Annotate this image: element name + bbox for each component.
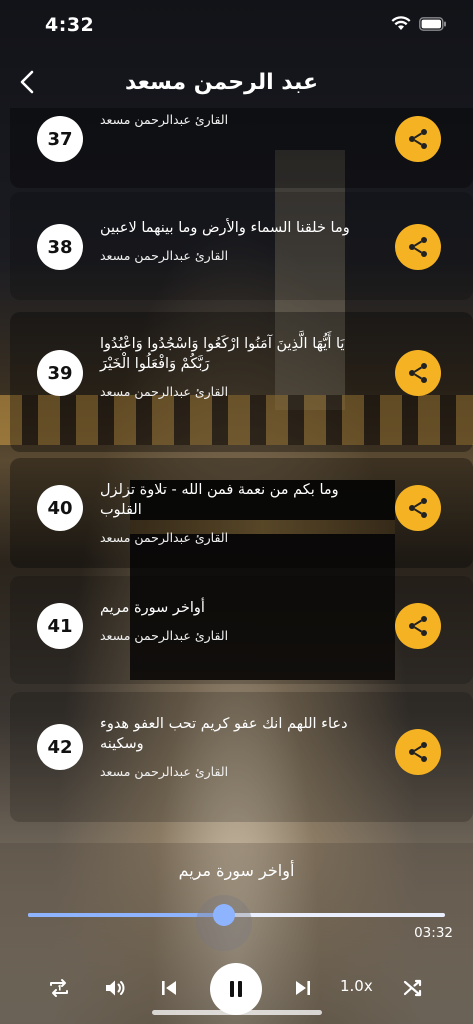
- previous-button[interactable]: [154, 973, 184, 1003]
- track-reciter: القارئ عبدالرحمن مسعد: [100, 764, 229, 779]
- track-title: دعاء اللهم انك عفو كريم تحب العفو هدوء و…: [100, 716, 348, 752]
- track-title: وما بكم من نعمة فمن الله - تلاوة تزلزل ا…: [100, 482, 339, 518]
- share-icon: [409, 363, 427, 383]
- track-number: 41: [37, 603, 83, 649]
- volume-icon: [106, 980, 125, 996]
- list-item[interactable]: 42 دعاء اللهم انك عفو كريم تحب العفو هدو…: [10, 692, 473, 822]
- audio-player: أواخر سورة مريم 03:32 1.0x: [0, 843, 473, 1024]
- list-item[interactable]: 39 يَا أَيُّهَا الَّذِينَ آمَنُوا ارْكَع…: [10, 312, 473, 452]
- track-title: أواخر سورة مريم: [100, 600, 205, 616]
- track-reciter: القارئ عبدالرحمن مسعد: [100, 628, 229, 643]
- share-button[interactable]: [395, 224, 441, 270]
- repeat-one-icon: [50, 979, 68, 997]
- skip-next-icon: [296, 981, 310, 995]
- player-controls: 1.0x: [0, 963, 473, 1015]
- share-button[interactable]: [395, 729, 441, 775]
- playback-speed-button[interactable]: 1.0x: [340, 977, 373, 995]
- share-icon: [409, 498, 427, 518]
- track-number: 42: [37, 724, 83, 770]
- track-reciter: القارئ عبدالرحمن مسعد: [100, 530, 229, 545]
- share-button[interactable]: [395, 350, 441, 396]
- track-title: يَا أَيُّهَا الَّذِينَ آمَنُوا ارْكَعُوا…: [100, 336, 345, 372]
- track-reciter: القارئ عبدالرحمن مسعد: [100, 112, 229, 127]
- track-number: 39: [37, 350, 83, 396]
- share-icon: [409, 742, 427, 762]
- home-indicator: [152, 1010, 322, 1015]
- chevron-left-icon: [20, 70, 34, 94]
- track-title: وما خلقنا السماء والأرض وما بينهما لاعبي…: [100, 220, 350, 236]
- list-item[interactable]: 41 أواخر سورة مريم القارئ عبدالرحمن مسعد: [10, 576, 473, 684]
- battery-icon: [419, 16, 447, 31]
- pause-button[interactable]: [210, 963, 262, 1015]
- list-item[interactable]: 38 وما خلقنا السماء والأرض وما بينهما لا…: [10, 192, 473, 300]
- track-number: 40: [37, 485, 83, 531]
- app-header: عبد الرحمن مسعد: [0, 60, 473, 106]
- list-item[interactable]: 37 القارئ عبدالرحمن مسعد: [10, 108, 473, 188]
- status-time: 4:32: [45, 14, 95, 36]
- volume-button[interactable]: [100, 973, 130, 1003]
- share-icon: [409, 237, 427, 257]
- page-title: عبد الرحمن مسعد: [124, 70, 318, 95]
- track-duration: 03:32: [414, 925, 453, 941]
- track-number: 37: [37, 116, 83, 162]
- track-number: 38: [37, 224, 83, 270]
- share-button[interactable]: [395, 603, 441, 649]
- seek-knob[interactable]: [212, 904, 235, 926]
- shuffle-button[interactable]: [398, 973, 428, 1003]
- share-icon: [409, 129, 427, 149]
- wifi-icon: [391, 16, 411, 31]
- share-icon: [409, 616, 427, 636]
- shuffle-icon: [403, 979, 422, 997]
- repeat-one-button[interactable]: [44, 973, 74, 1003]
- back-button[interactable]: [14, 68, 42, 96]
- share-button[interactable]: [395, 116, 441, 162]
- track-reciter: القارئ عبدالرحمن مسعد: [100, 248, 229, 263]
- skip-previous-icon: [162, 981, 176, 995]
- seek-bar-progress: [28, 913, 224, 917]
- track-reciter: القارئ عبدالرحمن مسعد: [100, 384, 229, 399]
- status-bar: 4:32: [0, 0, 473, 50]
- share-button[interactable]: [395, 485, 441, 531]
- track-list[interactable]: 37 القارئ عبدالرحمن مسعد 38 وما خلقنا ال…: [10, 108, 473, 843]
- pause-icon: [230, 981, 242, 997]
- list-item[interactable]: 40 وما بكم من نعمة فمن الله - تلاوة تزلز…: [10, 458, 473, 568]
- next-button[interactable]: [288, 973, 318, 1003]
- now-playing-title: أواخر سورة مريم: [178, 861, 295, 880]
